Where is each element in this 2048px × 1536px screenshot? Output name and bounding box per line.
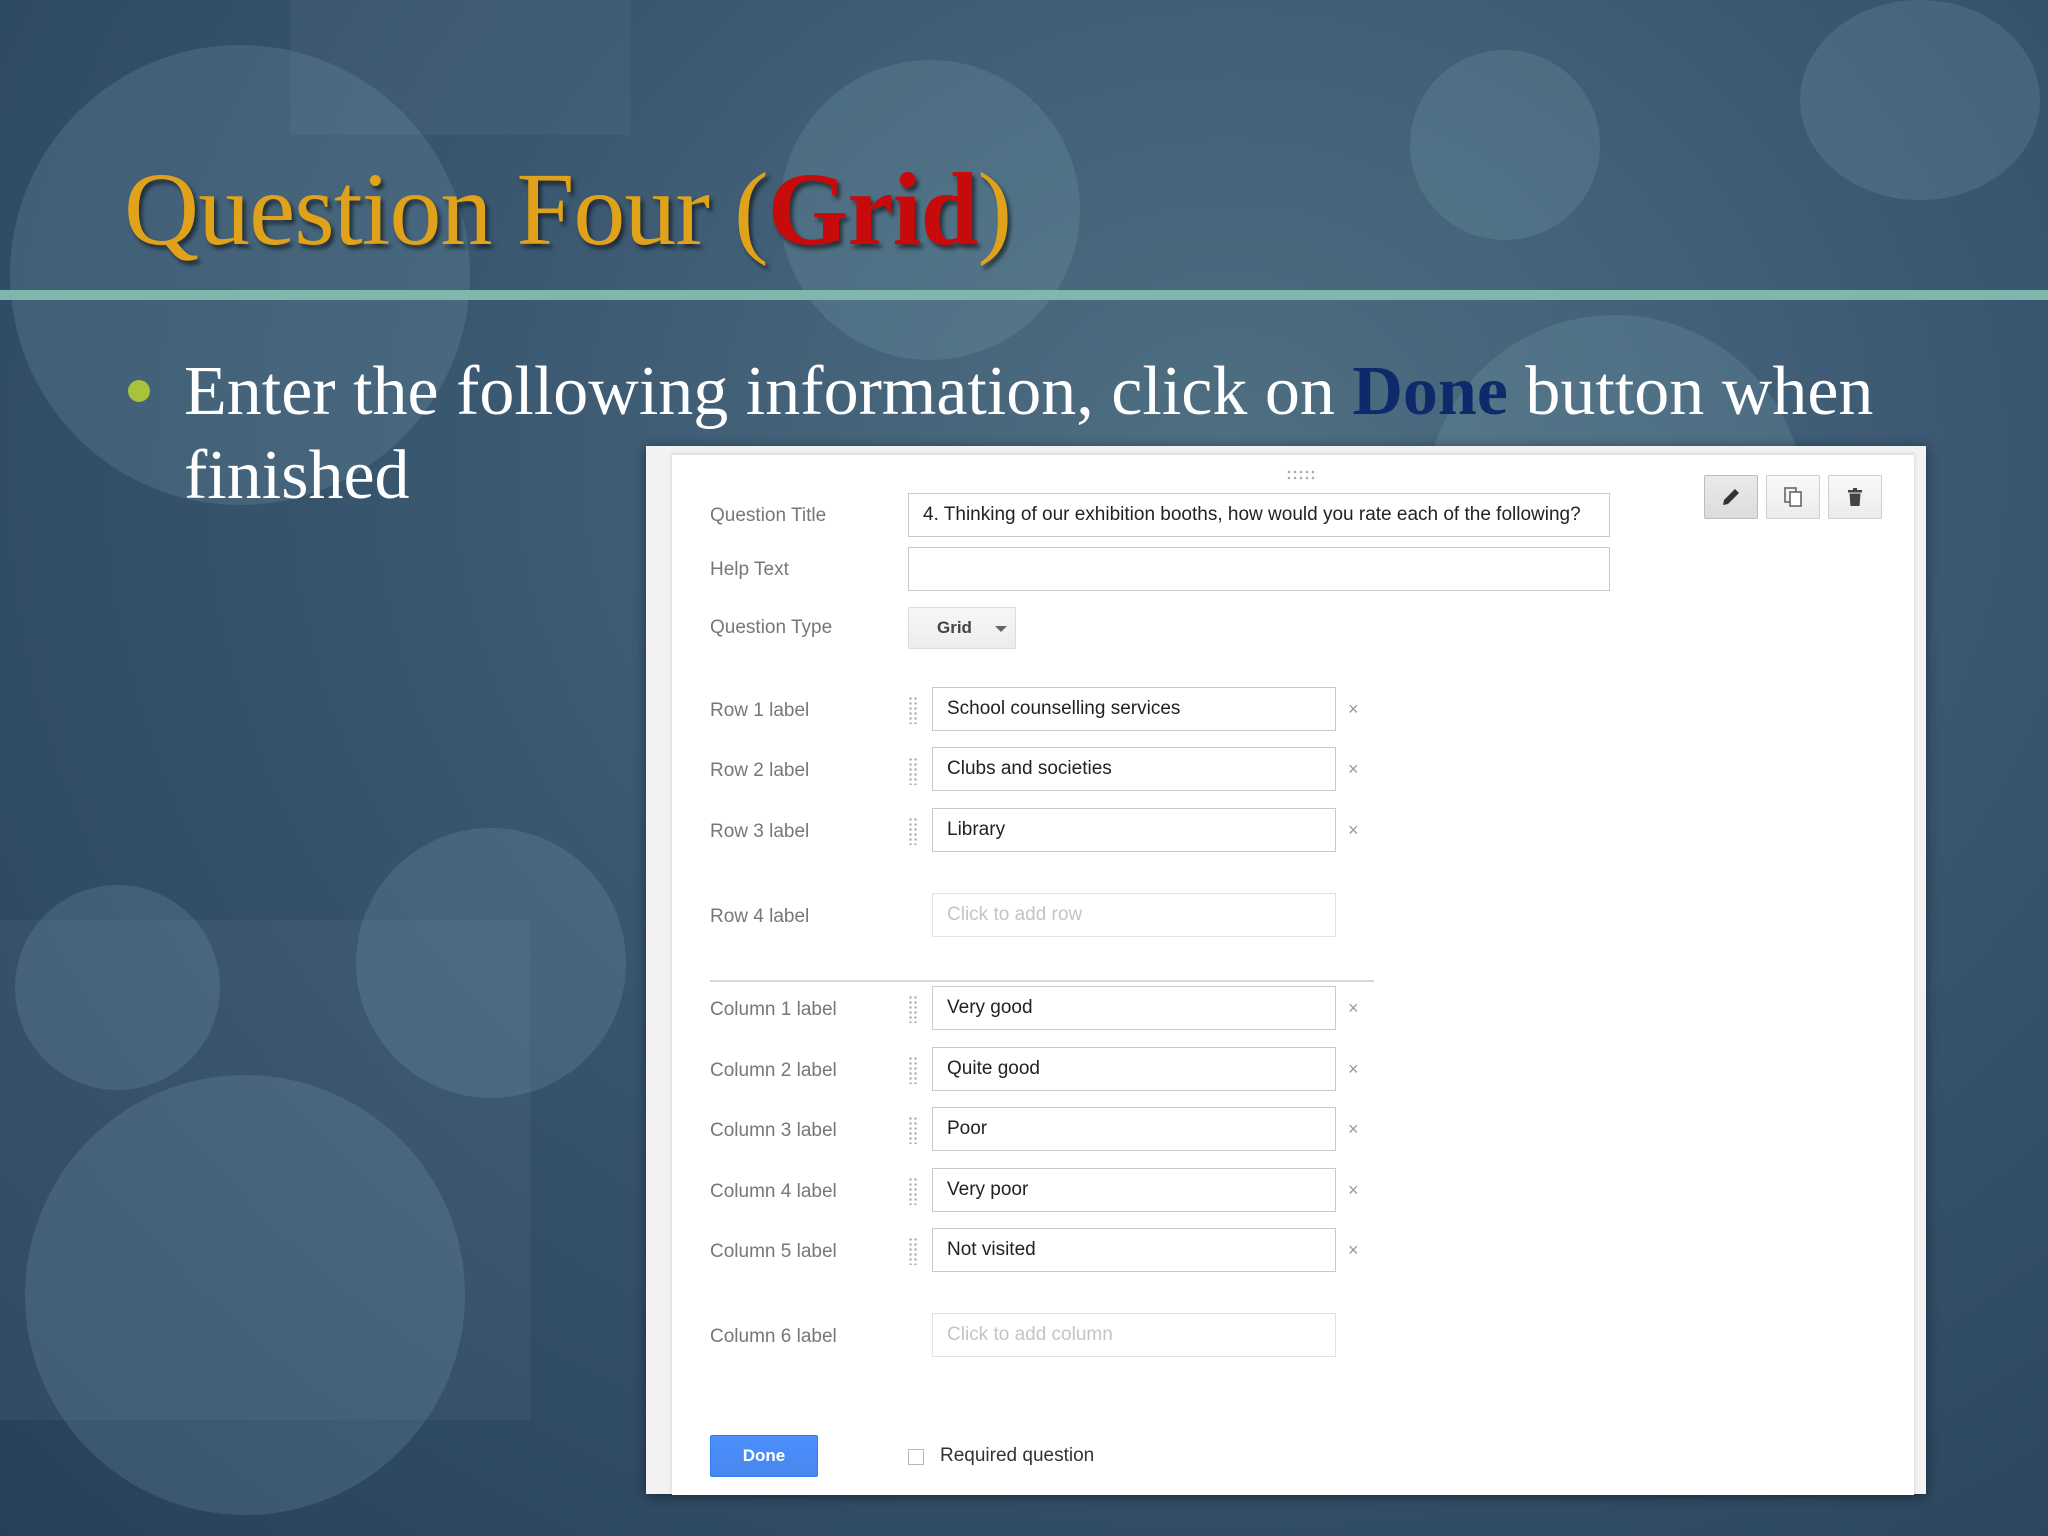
required-checkbox[interactable] [908,1449,924,1465]
remove-row-icon[interactable]: × [1348,820,1359,840]
column-label: Column 5 label [710,1241,837,1262]
drag-grip-icon[interactable] [908,1116,918,1144]
row-input[interactable]: School counselling services [932,687,1336,731]
title-main: Question Four ( [124,152,769,267]
drag-grip-icon[interactable] [908,696,918,724]
duplicate-icon [1784,487,1802,507]
drag-handle[interactable] [1286,469,1318,481]
question-title-input[interactable]: 4. Thinking of our exhibition booths, ho… [908,493,1610,537]
duplicate-button[interactable] [1766,475,1820,519]
help-text-label: Help Text [710,559,789,580]
row-label: Row 1 label [710,700,810,721]
slide-title: Question Four (Grid) [124,150,1012,269]
remove-column-icon[interactable]: × [1348,1059,1359,1079]
background-circle [1410,50,1600,240]
drag-grip-icon[interactable] [908,1177,918,1205]
title-accent: Grid [767,152,979,267]
remove-row-icon[interactable]: × [1348,759,1359,779]
column-input[interactable]: Very poor [932,1168,1336,1212]
drag-grip-icon[interactable] [908,817,918,845]
add-row-input[interactable]: Click to add row [932,893,1336,937]
chevron-down-icon [995,626,1007,632]
column-label: Column 2 label [710,1060,837,1081]
background-circle [356,828,626,1098]
pencil-icon [1723,489,1739,505]
row-label: Row 4 label [710,906,810,927]
drag-grip-icon[interactable] [908,995,918,1023]
trash-icon [1848,488,1862,506]
title-close: ) [977,152,1012,267]
remove-column-icon[interactable]: × [1348,998,1359,1018]
question-toolbar [1704,475,1882,519]
background-panel [0,920,530,1420]
bullet-dot [128,380,150,402]
required-question-label[interactable]: Required question [940,1445,1094,1467]
background-circle [15,885,220,1090]
drag-grip-icon[interactable] [908,757,918,785]
remove-column-icon[interactable]: × [1348,1119,1359,1139]
row-label: Row 2 label [710,760,810,781]
row-input[interactable]: Library [932,808,1336,852]
row-label: Row 3 label [710,821,810,842]
column-label: Column 6 label [710,1326,837,1347]
section-divider [710,980,1374,982]
drag-grip-icon[interactable] [908,1237,918,1265]
title-rule [0,290,2048,300]
column-input[interactable]: Poor [932,1107,1336,1151]
column-label: Column 4 label [710,1181,837,1202]
remove-column-icon[interactable]: × [1348,1180,1359,1200]
add-column-input[interactable]: Click to add column [932,1313,1336,1357]
row-input[interactable]: Clubs and societies [932,747,1336,791]
form-editor-screenshot: Question Title 4. Thinking of our exhibi… [646,446,1926,1495]
question-type-label: Question Type [710,617,833,638]
column-input[interactable]: Quite good [932,1047,1336,1091]
background-circle [25,1075,465,1515]
remove-column-icon[interactable]: × [1348,1240,1359,1260]
question-type-value: Grid [937,618,972,637]
background-panel [290,0,630,135]
delete-button[interactable] [1828,475,1882,519]
column-label: Column 3 label [710,1120,837,1141]
question-title-label: Question Title [710,505,827,526]
edit-button[interactable] [1704,475,1758,519]
bullet-text-before: Enter the following information, click o… [184,353,1353,430]
question-type-select[interactable]: Grid [908,607,1016,649]
background-circle [1800,0,2040,200]
column-input[interactable]: Very good [932,986,1336,1030]
question-edit-card: Question Title 4. Thinking of our exhibi… [672,454,1914,1495]
bullet-emphasis: Done [1352,353,1508,430]
drag-grip-icon[interactable] [908,1056,918,1084]
help-text-input[interactable] [908,547,1610,591]
column-label: Column 1 label [710,999,837,1020]
column-input[interactable]: Not visited [932,1228,1336,1272]
remove-row-icon[interactable]: × [1348,699,1359,719]
done-button[interactable]: Done [710,1435,818,1477]
